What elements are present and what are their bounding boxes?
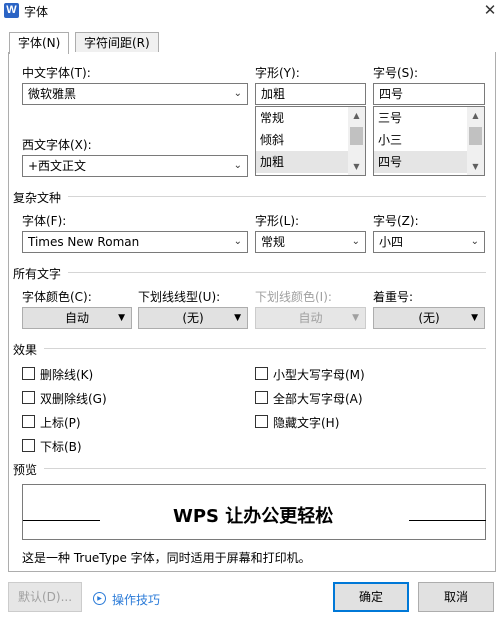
complex-size-select[interactable]: 小四 ⌄ [373, 231, 485, 253]
complex-style-value: 常规 [261, 235, 286, 249]
underline-type-value: (无) [182, 311, 204, 325]
wps-writer-icon: W [4, 3, 19, 18]
preview-section-label: 预览 [13, 463, 38, 477]
font-size-input[interactable]: 四号 [373, 83, 485, 105]
all-caps-label[interactable]: 全部大写字母(A) [273, 390, 363, 407]
scroll-down-icon[interactable]: ▼ [348, 158, 365, 175]
complex-style-select[interactable]: 常规 ⌄ [255, 231, 366, 253]
scroll-up-icon[interactable]: ▲ [467, 107, 484, 124]
chevron-down-icon: ⌄ [233, 160, 242, 171]
dropdown-arrow-icon: ▼ [352, 313, 359, 323]
small-caps-checkbox[interactable] [255, 367, 268, 380]
scroll-thumb[interactable] [350, 127, 363, 145]
dropdown-arrow-icon: ▼ [118, 313, 125, 323]
dropdown-arrow-icon: ▼ [234, 313, 241, 323]
dropdown-arrow-icon: ▼ [471, 313, 478, 323]
complex-size-value: 小四 [379, 235, 404, 249]
ok-button[interactable]: 确定 [333, 582, 409, 612]
chevron-down-icon: ⌄ [470, 236, 479, 247]
font-color-value: 自动 [64, 311, 89, 325]
complex-style-label: 字形(L): [255, 214, 300, 228]
preview-description: 这是一种 TrueType 字体，同时适用于屏幕和打印机。 [22, 551, 311, 565]
scrollbar[interactable]: ▲ ▼ [348, 107, 365, 175]
complex-font-label: 字体(F): [22, 214, 67, 228]
font-color-dropdown[interactable]: 自动 ▼ [22, 307, 132, 329]
underline-color-value: 自动 [298, 311, 323, 325]
chinese-font-value: 微软雅黑 [28, 87, 77, 101]
effects-section-label: 效果 [13, 343, 38, 357]
superscript-checkbox[interactable] [22, 415, 35, 428]
cancel-button[interactable]: 取消 [418, 582, 494, 612]
double-strikethrough-checkbox[interactable] [22, 391, 35, 404]
preview-baseline-left [23, 520, 100, 521]
default-button: 默认(D)... [8, 582, 82, 612]
font-color-label: 字体颜色(C): [22, 290, 92, 304]
font-size-list[interactable]: 三号 小三 四号 ▲ ▼ [373, 106, 485, 176]
emphasis-dropdown[interactable]: (无) ▼ [373, 307, 485, 329]
chinese-font-label: 中文字体(T): [22, 66, 91, 80]
preview-baseline-right [409, 520, 486, 521]
chevron-down-icon: ⌄ [351, 236, 360, 247]
play-circle-icon[interactable]: ▶ [93, 592, 106, 605]
small-caps-label[interactable]: 小型大写字母(M) [273, 366, 365, 383]
all-text-section-label: 所有文字 [13, 267, 62, 281]
complex-font-value: Times New Roman [28, 235, 140, 249]
preview-sample-text: WPS 让办公更轻松 [173, 506, 334, 527]
subscript-label[interactable]: 下标(B) [40, 438, 82, 455]
preview-box: WPS 让办公更轻松 [22, 484, 486, 540]
underline-color-label: 下划线颜色(I): [255, 290, 332, 304]
emphasis-value: (无) [418, 311, 440, 325]
font-style-list[interactable]: 常规 倾斜 加粗 ▲ ▼ [255, 106, 366, 176]
hidden-text-checkbox[interactable] [255, 415, 268, 428]
chevron-down-icon: ⌄ [233, 88, 242, 99]
font-size-label: 字号(S): [373, 66, 419, 80]
title-bar: W 字体 ✕ [0, 0, 504, 22]
strikethrough-checkbox[interactable] [22, 367, 35, 380]
scroll-down-icon[interactable]: ▼ [467, 158, 484, 175]
scrollbar[interactable]: ▲ ▼ [467, 107, 484, 175]
tab-font[interactable]: 字体(N) [9, 32, 70, 54]
underline-color-dropdown: 自动 ▼ [255, 307, 366, 329]
strikethrough-label[interactable]: 删除线(K) [40, 366, 93, 383]
scroll-up-icon[interactable]: ▲ [348, 107, 365, 124]
subscript-checkbox[interactable] [22, 439, 35, 452]
superscript-label[interactable]: 上标(P) [40, 414, 81, 431]
close-icon[interactable]: ✕ [476, 0, 504, 22]
underline-type-label: 下划线线型(U): [138, 290, 221, 304]
chevron-down-icon: ⌄ [233, 236, 242, 247]
font-style-input[interactable]: 加粗 [255, 83, 366, 105]
hidden-text-label[interactable]: 隐藏文字(H) [273, 414, 339, 431]
font-style-label: 字形(Y): [255, 66, 300, 80]
western-font-select[interactable]: +西文正文 ⌄ [22, 155, 248, 177]
double-strikethrough-label[interactable]: 双删除线(G) [40, 390, 107, 407]
complex-script-section-label: 复杂文种 [13, 191, 62, 205]
section-divider [44, 468, 486, 469]
window-title: 字体 [24, 5, 49, 19]
section-divider [68, 196, 486, 197]
western-font-label: 西文字体(X): [22, 138, 92, 152]
section-divider [68, 272, 486, 273]
tips-link[interactable]: 操作技巧 [112, 591, 160, 608]
chinese-font-select[interactable]: 微软雅黑 ⌄ [22, 83, 248, 105]
scroll-thumb[interactable] [469, 127, 482, 145]
complex-size-label: 字号(Z): [373, 214, 419, 228]
complex-font-select[interactable]: Times New Roman ⌄ [22, 231, 248, 253]
emphasis-label: 着重号: [373, 290, 414, 304]
underline-type-dropdown[interactable]: (无) ▼ [138, 307, 248, 329]
tab-character-spacing[interactable]: 字符间距(R) [75, 32, 159, 53]
section-divider [44, 348, 486, 349]
western-font-value: +西文正文 [28, 159, 87, 173]
all-caps-checkbox[interactable] [255, 391, 268, 404]
